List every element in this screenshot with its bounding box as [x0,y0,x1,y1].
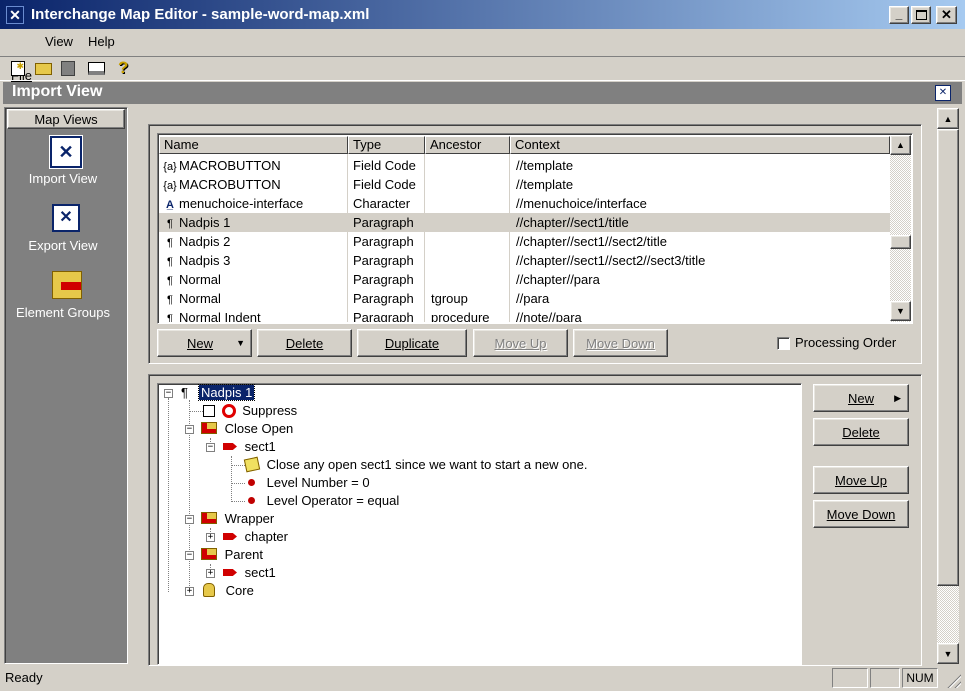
scroll-up-button[interactable]: ▲ [890,135,911,155]
tree-node-level-number[interactable]: Level Number = 0 [248,474,370,492]
status-pane [832,668,868,688]
prohibit-icon [221,404,236,418]
element-arrow-icon [223,569,237,576]
arrow-up-icon: ▲ [943,113,953,124]
status-num: NUM [902,668,938,688]
tree-node-core[interactable]: Core [203,582,254,600]
table-rows: {a} MACROBUTTON Field Code //template {a}… [0,0,965,322]
collapse-toggle[interactable]: − [185,425,194,434]
tree-node-comment[interactable]: Close any open sect1 since we want to st… [243,456,587,474]
main-scrollbar[interactable]: ▲ ▼ [937,108,959,664]
move-down-style-button[interactable]: Move Down [573,329,668,357]
tree-node-level-operator[interactable]: Level Operator = equal [248,492,399,510]
tree-node-sect1-parent[interactable]: sect1 [223,564,276,582]
expand-toggle[interactable]: + [185,587,194,596]
arrow-down-icon: ▼ [896,306,905,316]
tree-node-close-open[interactable]: Close Open [201,420,293,438]
submenu-arrow-icon: ▶ [894,392,901,403]
scroll-down-button[interactable]: ▼ [890,301,911,321]
tree-line [231,483,245,484]
main-scroll-thumb[interactable] [937,129,959,586]
tree-line [231,456,232,502]
folder-icon [201,548,217,560]
element-arrow-icon [223,443,237,450]
move-up-rule-button[interactable]: Move Up [813,466,909,494]
tree-line [168,398,169,592]
column-divider [509,154,510,322]
scroll-thumb[interactable] [890,235,911,249]
table-row[interactable]: ¶ Normal Indent Paragraph procedure //not… [159,308,890,322]
move-down-rule-button[interactable]: Move Down [813,500,909,528]
status-text: Ready [5,670,43,685]
duplicate-style-button[interactable]: Duplicate [357,329,467,357]
collapse-toggle[interactable]: − [206,443,215,452]
table-row[interactable]: {a} MACROBUTTON Field Code //template [159,156,890,175]
table-row[interactable]: {a} MACROBUTTON Field Code //template [159,175,890,194]
column-divider [347,154,348,322]
table-row[interactable]: ¶ Normal Paragraph tgroup //para [159,289,890,308]
column-divider [424,154,425,322]
delete-style-button[interactable]: Delete [257,329,352,357]
folder-icon [201,512,217,524]
table-scrollbar[interactable]: ▲ ▼ [890,135,911,322]
table-row[interactable]: ¶ Normal Paragraph //chapter//para [159,270,890,289]
note-icon [243,456,261,473]
move-up-style-button[interactable]: Move Up [473,329,568,357]
tree-line [231,465,245,466]
collapse-toggle[interactable]: − [185,551,194,560]
paragraph-icon: ¶ [167,313,173,322]
collapse-toggle[interactable]: − [185,515,194,524]
arrow-up-icon: ▲ [896,140,905,150]
processing-order-checkbox[interactable] [777,337,790,350]
suppress-checkbox[interactable] [203,405,215,417]
bullet-icon [248,479,255,486]
bullet-icon [248,497,255,504]
table-row-selected[interactable]: ¶ Nadpis 1 Paragraph //chapter//sect1/tit… [159,213,890,232]
arrow-down-icon: ▼ [943,648,953,659]
delete-rule-button[interactable]: Delete [813,418,909,446]
main-scroll-up-button[interactable]: ▲ [937,108,959,129]
table-row[interactable]: ¶ Nadpis 3 Paragraph //chapter//sect1//se… [159,251,890,270]
folder-icon [201,422,217,434]
status-pane [870,668,900,688]
new-rule-button[interactable]: New ▶ [813,384,909,412]
tree-node-sect1[interactable]: sect1 [223,438,276,456]
paragraph-icon: ¶ [181,385,188,400]
status-bar: Ready NUM [0,666,965,691]
tree-node-parent[interactable]: Parent [201,546,263,564]
processing-order-label[interactable]: Processing Order [795,335,896,350]
resize-grip-icon[interactable] [945,672,961,688]
main-scroll-down-button[interactable]: ▼ [937,643,959,664]
tree-node-root[interactable]: ¶ Nadpis 1 [181,384,256,402]
table-row[interactable]: ¶ Nadpis 2 Paragraph //chapter//sect1//se… [159,232,890,251]
collapse-toggle[interactable]: − [164,389,173,398]
tree-line [189,411,203,412]
expand-toggle[interactable]: + [206,533,215,542]
element-arrow-icon [223,533,237,540]
tree-node-chapter[interactable]: chapter [223,528,288,546]
core-icon [203,583,215,597]
expand-toggle[interactable]: + [206,569,215,578]
new-style-button[interactable]: New ▼ [157,329,252,357]
table-row[interactable]: A̲ menuchoice-interface Character //menuc… [159,194,890,213]
tree-line [231,501,245,502]
tree-node-wrapper[interactable]: Wrapper [201,510,274,528]
tree-node-suppress[interactable]: Suppress [203,402,297,420]
dropdown-arrow-icon: ▼ [236,338,245,348]
